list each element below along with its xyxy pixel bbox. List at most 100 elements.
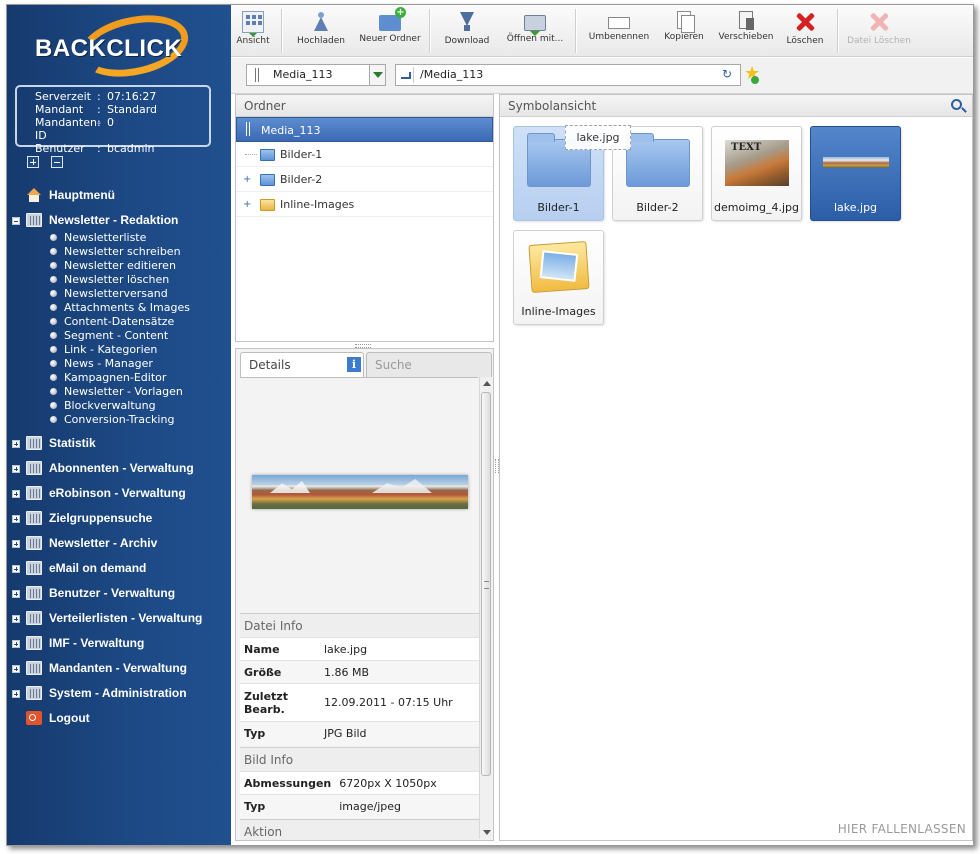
tab-details[interactable]: Details i: [240, 352, 364, 377]
expand-icon[interactable]: [12, 615, 20, 623]
delete-button[interactable]: Löschen: [783, 7, 827, 55]
info-key: Abmessungen: [240, 771, 336, 795]
submenu-item-label: Newsletter löschen: [64, 273, 170, 286]
nav-section[interactable]: Zielgruppensuche: [7, 506, 231, 531]
nav-section[interactable]: System - Administration: [7, 681, 231, 706]
collapse-all-button[interactable]: [51, 156, 63, 168]
delete-file-button[interactable]: Datei Löschen: [845, 7, 913, 55]
folder-icon: [26, 461, 42, 475]
rename-button[interactable]: Umbenennen: [587, 7, 651, 55]
add-favorite-icon[interactable]: [743, 63, 763, 85]
expand-icon[interactable]: [12, 640, 20, 648]
refresh-icon[interactable]: ↻: [722, 67, 736, 81]
folder-up-icon[interactable]: [398, 67, 414, 83]
tab-search[interactable]: Suche: [366, 352, 492, 377]
file-info-table: Name lake.jpg Größe 1.86 MB Zuletzt Bearb.…: [240, 637, 479, 745]
tab-search-label: Suche: [375, 358, 412, 372]
drop-zone-label[interactable]: HIER FALLENLASSEN: [838, 822, 966, 836]
upload-button[interactable]: Hochladen: [291, 7, 351, 55]
expand-icon[interactable]: [12, 690, 20, 698]
copy-button[interactable]: Kopieren: [659, 7, 709, 55]
submenu-item[interactable]: Newsletter editieren: [47, 259, 231, 273]
expand-icon[interactable]: +: [243, 167, 251, 192]
table-row: Abmessungen 6720px X 1050px: [240, 771, 479, 795]
tile-file-demoimg[interactable]: TEXT demoimg_4.jpg: [711, 126, 802, 221]
open-with-button[interactable]: Öffnen mit...: [503, 7, 567, 55]
details-scrollbar[interactable]: [479, 377, 492, 839]
info-value: 6720px X 1050px: [335, 771, 479, 795]
path-input[interactable]: /Media_113 ↻: [395, 64, 741, 86]
nav-section[interactable]: Abonnenten - Verwaltung: [7, 456, 231, 481]
copy-icon: [677, 11, 695, 33]
submenu-item[interactable]: Attachments & Images: [47, 301, 231, 315]
toolbar: Ansicht Hochladen Neuer Ordner Download …: [231, 5, 973, 57]
tile-folder-inline-images[interactable]: Inline-Images: [513, 230, 604, 325]
expand-all-button[interactable]: [27, 156, 39, 168]
expand-icon[interactable]: +: [243, 192, 251, 217]
nav-section[interactable]: Benutzer - Verwaltung: [7, 581, 231, 606]
delete-file-button-label: Datei Löschen: [847, 36, 911, 46]
scroll-thumb[interactable]: [481, 392, 491, 776]
bullet-icon: [50, 374, 57, 381]
download-button[interactable]: Download: [439, 7, 495, 55]
tile-file-lake[interactable]: lake.jpg: [810, 126, 901, 221]
scroll-down-icon[interactable]: [483, 830, 491, 835]
view-button[interactable]: Ansicht: [235, 7, 271, 55]
submenu-item[interactable]: Blockverwaltung: [47, 399, 231, 413]
expand-icon[interactable]: [12, 490, 20, 498]
tree-item[interactable]: Bilder-1: [236, 142, 493, 167]
open-with-icon: [524, 15, 546, 36]
new-folder-button[interactable]: Neuer Ordner: [359, 7, 421, 55]
tree-item[interactable]: + Inline-Images: [236, 192, 493, 217]
server-info-box: Serverzeit:07:16:27 Mandant: Standard Man…: [15, 85, 211, 155]
expand-icon[interactable]: [12, 665, 20, 673]
image-folder-icon: [528, 241, 590, 293]
nav-section[interactable]: Verteilerlisten - Verwaltung: [7, 606, 231, 631]
submenu-item[interactable]: Newsletter löschen: [47, 273, 231, 287]
tree-item-root[interactable]: Media_113: [236, 117, 493, 142]
image-thumbnail: TEXT: [725, 140, 789, 186]
expand-icon[interactable]: [12, 565, 20, 573]
media-select[interactable]: Media_113: [246, 64, 386, 86]
submenu-item[interactable]: Newsletterliste: [47, 231, 231, 245]
server-info-key: Mandant: [35, 103, 84, 116]
nav-logout[interactable]: Logout: [7, 706, 231, 731]
nav-section[interactable]: Mandanten - Verwaltung: [7, 656, 231, 681]
submenu-item[interactable]: Segment - Content: [47, 329, 231, 343]
server-info-row: Benutzer: bcadmin: [35, 142, 209, 155]
scroll-up-icon[interactable]: [483, 381, 491, 386]
nav-section[interactable]: Newsletter - Archiv: [7, 531, 231, 556]
nav-section[interactable]: eMail on demand: [7, 556, 231, 581]
submenu-item-label: Conversion-Tracking: [64, 413, 175, 426]
nav-section[interactable]: Statistik: [7, 431, 231, 456]
expand-icon[interactable]: [12, 515, 20, 523]
nav-section[interactable]: IMF - Verwaltung: [7, 631, 231, 656]
dropdown-arrow-icon[interactable]: [369, 65, 385, 85]
nav-section[interactable]: eRobinson - Verwaltung: [7, 481, 231, 506]
expand-icon[interactable]: [12, 590, 20, 598]
submenu-item[interactable]: Newsletterversand: [47, 287, 231, 301]
tile-label: Bilder-1: [537, 201, 580, 214]
nav-newsletter-redaktion[interactable]: Newsletter - Redaktion: [7, 208, 231, 233]
collapse-icon[interactable]: [12, 217, 20, 225]
action-header[interactable]: Aktion: [240, 819, 479, 840]
expand-icon[interactable]: [12, 465, 20, 473]
logo[interactable]: BACKCLICK: [35, 6, 195, 86]
tile-label: demoimg_4.jpg: [714, 201, 799, 214]
zoom-in-icon[interactable]: [951, 99, 962, 110]
submenu-item[interactable]: Conversion-Tracking: [47, 413, 231, 427]
submenu-item[interactable]: Kampagnen-Editor: [47, 371, 231, 385]
main-navigation: Hauptmenü Newsletter - Redaktion Newslet…: [7, 183, 231, 731]
move-button[interactable]: Verschieben: [715, 7, 777, 55]
folder-icon: [26, 636, 42, 650]
server-info-value: 07:16:27: [107, 90, 157, 103]
expand-icon[interactable]: [12, 440, 20, 448]
submenu-item[interactable]: News - Manager: [47, 357, 231, 371]
nav-home[interactable]: Hauptmenü: [7, 183, 231, 208]
submenu-item[interactable]: Newsletter schreiben: [47, 245, 231, 259]
submenu-item[interactable]: Content-Datensätze: [47, 315, 231, 329]
submenu-item[interactable]: Newsletter - Vorlagen: [47, 385, 231, 399]
submenu-item[interactable]: Link - Kategorien: [47, 343, 231, 357]
tree-item[interactable]: + Bilder-2: [236, 167, 493, 192]
expand-icon[interactable]: [12, 540, 20, 548]
